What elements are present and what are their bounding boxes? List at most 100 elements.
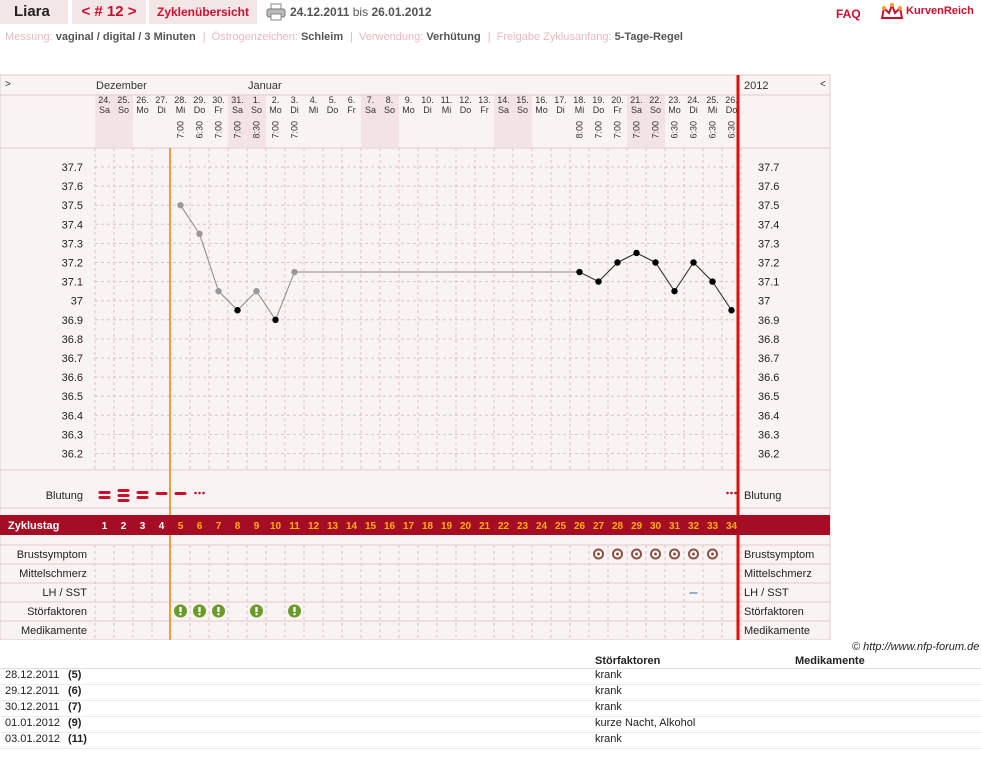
day-date-label: 28.	[174, 95, 187, 105]
bleeding-spotting-mark	[726, 491, 729, 495]
disturbance-icon-bar	[255, 607, 258, 612]
day-weekday-label: Di	[423, 105, 432, 115]
day-weekday-label: Fr	[347, 105, 356, 115]
day-date-label: 8.	[386, 95, 394, 105]
cycle-day-number: 18	[422, 521, 434, 532]
cycle-day-number: 6	[197, 521, 203, 532]
measure-time-label: 6:30	[708, 121, 718, 139]
temperature-point	[234, 307, 241, 314]
bleeding-spotting-mark	[734, 491, 737, 495]
cycle-day-number: 9	[254, 521, 260, 532]
cycle-day-number: 21	[479, 521, 491, 532]
note-cycle-day: (7)	[68, 701, 82, 713]
day-weekday-label: Mo	[269, 105, 282, 115]
measure-time-label: 6:30	[727, 121, 737, 139]
bleeding-spotting-mark	[194, 491, 197, 495]
cycle-day-label: Zyklustag	[8, 520, 59, 532]
day-weekday-label: Sa	[99, 105, 110, 115]
cycle-day-number: 10	[270, 521, 282, 532]
nav-next: <	[820, 79, 826, 90]
row-label-left: Medikamente	[21, 625, 87, 637]
measure-time-label: 6:30	[689, 121, 699, 139]
cycle-day-number: 28	[612, 521, 624, 532]
y-tick-label-right: 36.3	[758, 429, 779, 441]
row-label-right: Medikamente	[744, 625, 810, 637]
y-tick-label-left: 36.7	[62, 353, 83, 365]
bleeding-medium-mark	[136, 491, 149, 494]
note-date: 03.01.2012	[5, 733, 61, 745]
day-weekday-label: Fr	[613, 105, 622, 115]
day-date-label: 26.	[725, 95, 738, 105]
temperature-point	[291, 268, 298, 276]
day-date-label: 2.	[272, 95, 280, 105]
day-weekday-label: So	[650, 105, 661, 115]
cycle-day-number: 25	[555, 521, 567, 532]
breast-symptom-icon-center	[711, 552, 714, 556]
day-date-label: 24.	[98, 95, 111, 105]
measure-time-label: 7:00	[290, 121, 300, 139]
day-date-label: 19.	[592, 95, 605, 105]
day-date-label: 23.	[668, 95, 681, 105]
y-tick-label-right: 37.2	[758, 258, 779, 270]
day-weekday-label: Sa	[365, 105, 376, 115]
y-tick-label-left: 37.5	[62, 200, 83, 212]
row-label-left: Störfaktoren	[27, 606, 87, 618]
note-cycle-day: (11)	[68, 733, 87, 745]
disturbance-icon-dot	[198, 613, 201, 616]
cycle-day-number: 4	[159, 521, 165, 532]
day-weekday-label: Di	[290, 105, 299, 115]
disturbance-icon-dot	[255, 613, 258, 616]
month-label: Januar	[248, 80, 282, 92]
note-date: 28.12.2011	[5, 669, 60, 681]
day-date-label: 24.	[687, 95, 700, 105]
measure-time-label: 7:00	[176, 121, 186, 139]
y-tick-label-right: 37.6	[758, 181, 779, 193]
day-date-label: 4.	[310, 95, 318, 105]
cycle-day-number: 2	[121, 521, 127, 532]
day-weekday-label: Do	[593, 105, 605, 115]
day-date-label: 18.	[573, 95, 586, 105]
day-weekday-label: Di	[556, 105, 565, 115]
row-label-right: Brustsymptom	[744, 549, 814, 561]
day-weekday-label: Mo	[136, 105, 149, 115]
cycle-day-number: 24	[536, 521, 548, 532]
cycle-day-number: 3	[140, 521, 146, 532]
measure-time-label: 8:30	[252, 121, 262, 139]
breast-symptom-icon-center	[673, 552, 676, 556]
temperature-point	[253, 287, 260, 295]
cycle-day-number: 1	[102, 521, 108, 532]
y-tick-label-left: 37.4	[62, 219, 83, 231]
bleeding-light-mark	[174, 492, 187, 495]
breast-symptom-icon-center	[654, 552, 657, 556]
day-weekday-label: Di	[157, 105, 166, 115]
y-tick-label-right: 37	[758, 296, 770, 308]
day-date-label: 29.	[193, 95, 206, 105]
temperature-point	[595, 278, 602, 285]
measure-time-label: 7:00	[271, 121, 281, 139]
y-tick-label-right: 37.7	[758, 162, 779, 174]
y-tick-label-right: 37.5	[758, 200, 779, 212]
measure-time-label: 7:00	[214, 121, 224, 139]
bleeding-label-left: Blutung	[46, 490, 83, 502]
breast-symptom-icon-center	[616, 552, 619, 556]
bleeding-spotting-mark	[198, 491, 201, 495]
cycle-day-number: 32	[688, 521, 700, 532]
y-tick-label-right: 36.8	[758, 334, 779, 346]
bleeding-medium-mark	[98, 491, 111, 494]
note-cycle-day: (6)	[68, 685, 82, 697]
cycle-day-number: 34	[726, 521, 738, 532]
y-tick-label-left: 37.2	[62, 258, 83, 270]
cycle-day-number: 22	[498, 521, 510, 532]
day-weekday-label: Mi	[176, 105, 186, 115]
day-weekday-label: Do	[460, 105, 472, 115]
table-row: 03.01.2012 (11) krank	[0, 732, 981, 749]
y-tick-label-left: 36.3	[62, 429, 83, 441]
day-weekday-label: So	[517, 105, 528, 115]
note-disturbance: krank	[595, 685, 622, 697]
day-date-label: 26.	[136, 95, 149, 105]
day-weekday-label: Mi	[708, 105, 718, 115]
y-tick-label-left: 37	[71, 296, 83, 308]
note-date: 01.01.2012	[5, 717, 61, 729]
day-date-label: 9.	[405, 95, 413, 105]
day-weekday-label: Mo	[402, 105, 415, 115]
